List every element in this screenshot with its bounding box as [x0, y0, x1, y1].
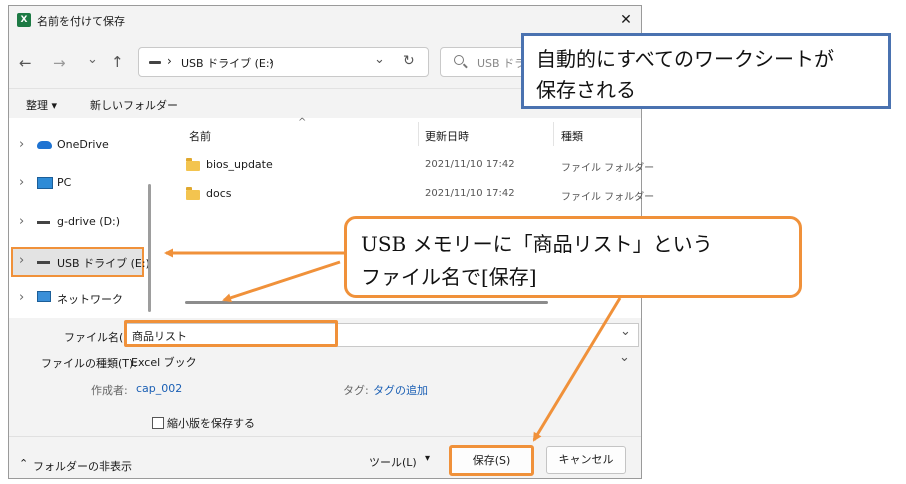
- annotation-arrows: [164, 248, 622, 442]
- arrow-to-filename: [222, 260, 341, 303]
- arrow-to-save-button: [532, 297, 622, 442]
